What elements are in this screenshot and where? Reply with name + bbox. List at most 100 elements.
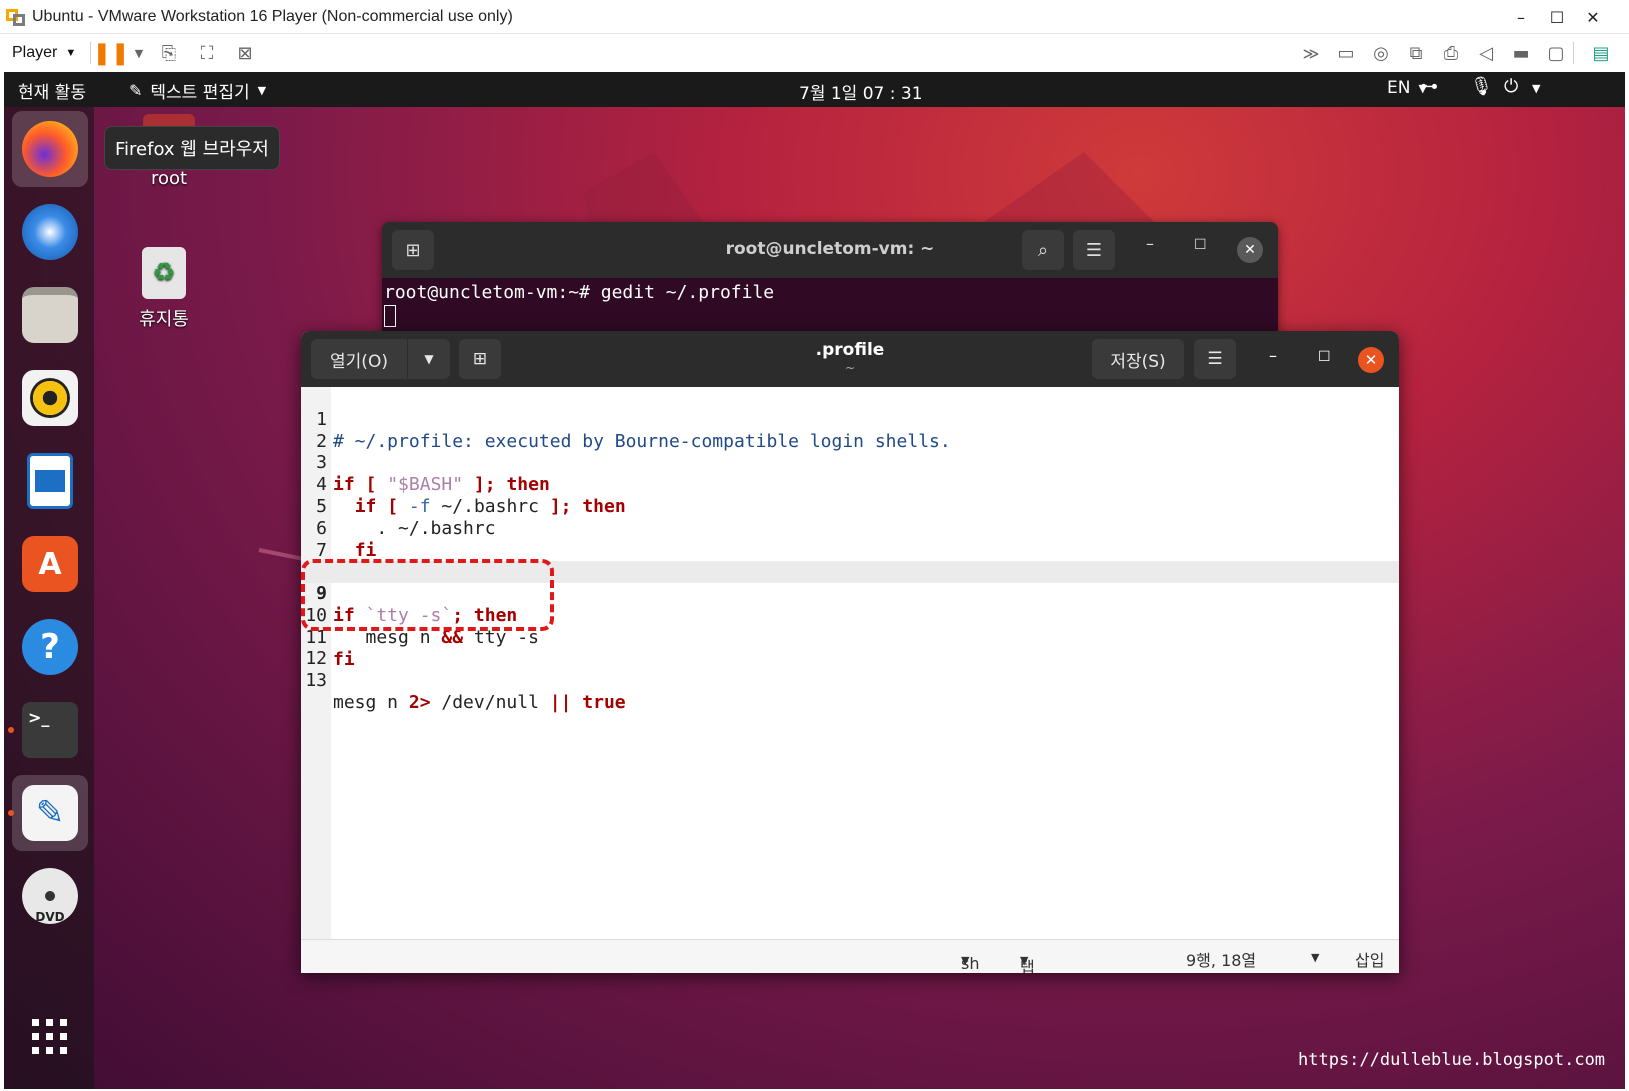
running-indicator: [8, 727, 14, 733]
gedit-window[interactable]: 열기(O) ▼ ⊞ .profile ~ 저장(S) ☰ – ☐ ✕ 1 # ~…: [301, 331, 1399, 973]
terminal-icon: >_: [22, 702, 78, 758]
close-button[interactable]: ✕: [1575, 0, 1611, 34]
software-center-icon: A: [22, 536, 78, 592]
line-number: 13: [305, 670, 327, 691]
guest-display[interactable]: 현재 활동 ✎ 텍스트 편집기 ▼ 7월 1일 07 : 31 EN ▼ ⊶ 🎙…: [4, 72, 1625, 1089]
trash-icon: ♻: [142, 247, 186, 299]
text-editor-area[interactable]: 1 # ~/.profile: executed by Bourne-compa…: [301, 387, 1399, 939]
ubuntu-topbar: 현재 활동 ✎ 텍스트 편집기 ▼ 7월 1일 07 : 31 EN ▼ ⊶ 🎙…: [4, 72, 1625, 107]
vmware-titlebar: Ubuntu - VMware Workstation 16 Player (N…: [0, 0, 1629, 34]
text-editor-icon: ✎: [22, 785, 78, 841]
hamburger-icon: ☰: [1085, 239, 1103, 261]
dock-software-center[interactable]: A: [12, 526, 88, 602]
insert-mode[interactable]: 삽입: [1355, 947, 1384, 971]
code-line: 13 mesg n 2> /dev/null || true: [301, 648, 1399, 713]
desktop-trash[interactable]: ♻ 휴지통: [129, 247, 199, 331]
microphone-icon[interactable]: 🎙: [1470, 76, 1493, 97]
terminal-window[interactable]: ⊞ root@uncletom-vm: ~ ⌕ ☰ – ☐ ✕ root@unc…: [382, 222, 1278, 342]
menu-button[interactable]: ☰: [1194, 339, 1236, 379]
code-line: 5 . ~/.bashrc: [301, 474, 1399, 539]
code-line: 1 # ~/.profile: executed by Bourne-compa…: [301, 387, 1399, 452]
hamburger-icon: ☰: [1207, 349, 1223, 369]
chevron-down-icon[interactable]: ▼: [126, 40, 152, 66]
close-button[interactable]: ✕: [1237, 237, 1263, 263]
vmware-logo-icon: [6, 7, 26, 27]
writer-icon: [27, 453, 73, 509]
terminal-command-line: root@uncletom-vm:~# gedit ~/.profile: [384, 282, 775, 303]
search-button[interactable]: ⌕: [1022, 230, 1064, 270]
toolbar-divider: [90, 42, 91, 64]
removable-device-icon[interactable]: ▢: [1543, 40, 1569, 66]
save-button[interactable]: 저장(S): [1092, 339, 1184, 379]
thunderbird-icon: [22, 204, 78, 260]
app-menu[interactable]: ✎ 텍스트 편집기 ▼: [129, 78, 266, 103]
send-ctrl-alt-del-icon[interactable]: ⎘: [156, 40, 182, 66]
dock-tooltip: Firefox 웹 브라우저: [104, 126, 280, 170]
toolbar-divider: [1573, 42, 1574, 64]
search-icon: ⌕: [1037, 239, 1049, 261]
minimize-button[interactable]: –: [1503, 0, 1539, 34]
terminal-content[interactable]: root@uncletom-vm:~# gedit ~/.profile: [384, 282, 774, 327]
gedit-statusbar: sh ▼ 탭 너비: 8 ▼ 9행, 18열 ▼ 삽입: [301, 939, 1399, 973]
gedit-headerbar: 열기(O) ▼ ⊞ .profile ~ 저장(S) ☰ – ☐ ✕: [301, 331, 1399, 387]
dock-thunderbird[interactable]: [12, 194, 88, 270]
code-line: 3 if [ "$BASH" ]; then: [301, 430, 1399, 495]
player-menu[interactable]: Player ▼: [12, 44, 76, 62]
fullscreen-icon[interactable]: ⛶: [194, 40, 220, 66]
cd-drive-icon[interactable]: ◎: [1368, 40, 1394, 66]
files-icon: [22, 287, 78, 343]
close-button[interactable]: ✕: [1358, 347, 1384, 373]
power-icon[interactable]: ⏻: [1504, 76, 1518, 97]
menu-button[interactable]: ☰: [1073, 230, 1115, 270]
dock-rhythmbox[interactable]: [12, 360, 88, 436]
desktop-icon-label: root: [150, 168, 188, 189]
dock-libreoffice-writer[interactable]: [12, 443, 88, 519]
dock-text-editor[interactable]: ✎: [12, 775, 88, 851]
network-icon[interactable]: ⊶: [1420, 76, 1438, 97]
dock-dvd[interactable]: DVD: [12, 858, 88, 934]
code-line: 7 fi: [301, 518, 1399, 583]
blog-watermark: https://dulleblue.blogspot.com: [1298, 1050, 1606, 1070]
language-label: EN: [1387, 78, 1411, 98]
network-adapter-icon[interactable]: ⧉: [1403, 40, 1429, 66]
more-devices-icon[interactable]: ≫: [1298, 40, 1324, 66]
activities-button[interactable]: 현재 활동: [18, 78, 86, 103]
caret-down-icon: ▼: [257, 84, 267, 97]
usb-device-icon[interactable]: ▬: [1508, 40, 1534, 66]
maximize-button[interactable]: ☐: [1318, 349, 1331, 365]
app-grid-icon: [32, 1019, 67, 1054]
caret-down-icon[interactable]: ▼: [1532, 82, 1540, 95]
maximize-button[interactable]: ☐: [1194, 237, 1207, 253]
window-title: Ubuntu - VMware Workstation 16 Player (N…: [32, 7, 513, 25]
terminal-title: root@uncletom-vm: ~: [725, 239, 935, 259]
dock-terminal[interactable]: >_: [12, 692, 88, 768]
hard-disk-icon[interactable]: ▭: [1333, 40, 1359, 66]
minimize-button[interactable]: –: [1146, 234, 1154, 253]
ubuntu-dock: A ? >_ ✎ DVD: [4, 107, 94, 1089]
code-line: 4 if [ -f ~/.bashrc ]; then: [301, 452, 1399, 517]
annotation-highlight-box: [301, 559, 554, 631]
dvd-icon: DVD: [22, 868, 78, 924]
pause-icon[interactable]: ❚❚: [93, 40, 130, 66]
running-indicator: [8, 810, 14, 816]
printer-icon[interactable]: ⎙: [1438, 40, 1464, 66]
code-line: 6 fi: [301, 496, 1399, 561]
firefox-icon: [22, 121, 78, 177]
clock[interactable]: 7월 1일 07 : 31: [799, 79, 923, 104]
terminal-headerbar: ⊞ root@uncletom-vm: ~ ⌕ ☰ – ☐ ✕: [382, 222, 1278, 278]
caret-down-icon: ▼: [1020, 954, 1029, 967]
dock-help[interactable]: ?: [12, 609, 88, 685]
message-log-icon[interactable]: ▤: [1588, 40, 1614, 66]
maximize-button[interactable]: ☐: [1539, 0, 1575, 34]
show-applications-button[interactable]: [12, 999, 88, 1075]
minimize-button[interactable]: –: [1269, 346, 1277, 365]
cursor-position: 9행, 18열: [1186, 951, 1257, 970]
dock-firefox[interactable]: [12, 111, 88, 187]
code-text: mesg n 2> /dev/null || true: [333, 692, 626, 713]
sound-card-icon[interactable]: ◁: [1473, 40, 1499, 66]
caret-down-icon[interactable]: ▼: [1311, 951, 1319, 964]
dock-files[interactable]: [12, 277, 88, 353]
caret-down-icon: ▼: [961, 954, 970, 967]
unity-icon[interactable]: ⊠: [232, 40, 258, 66]
player-menu-label: Player: [12, 44, 58, 61]
